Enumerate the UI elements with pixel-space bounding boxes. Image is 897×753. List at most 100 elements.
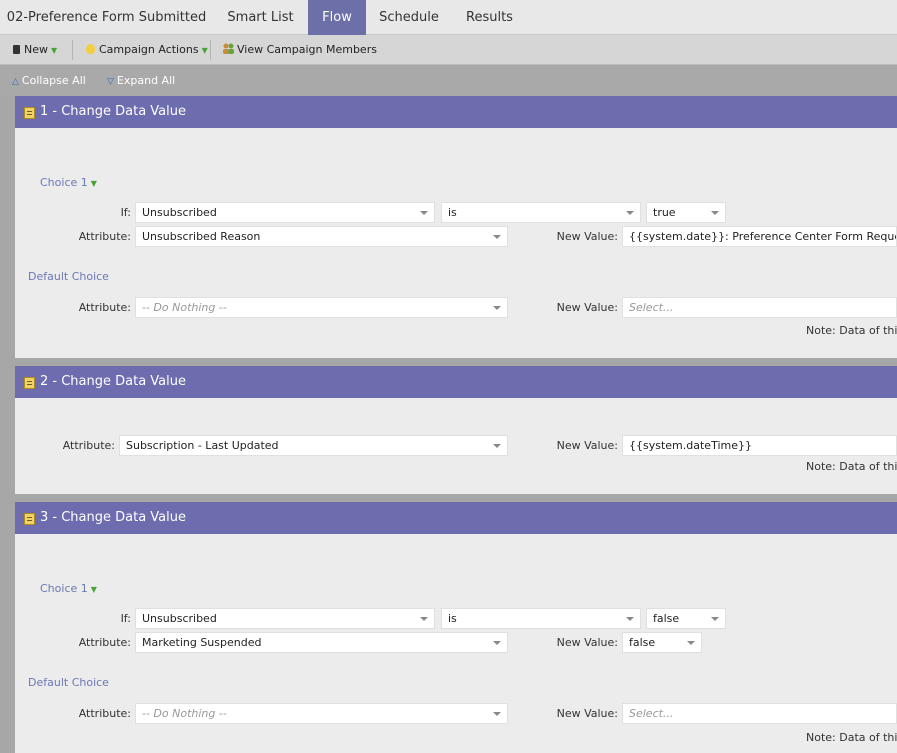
flow-step-title: 2 - Change Data Value <box>40 374 187 389</box>
new-value-label: New Value: <box>556 636 618 649</box>
flow-step-header[interactable]: 1 - Change Data Value <box>15 96 897 128</box>
if-field-select[interactable]: Unsubscribed <box>135 608 435 629</box>
attribute-label: Attribute: <box>62 439 115 452</box>
view-campaign-members-label: View Campaign Members <box>237 43 377 56</box>
if-label: If: <box>120 612 131 625</box>
new-value-field[interactable]: {{system.dateTime}} <box>622 435 897 456</box>
chevron-down-icon <box>711 617 719 621</box>
new-value-label: New Value: <box>556 230 618 243</box>
campaign-actions-button[interactable]: Campaign Actions ▼ <box>86 35 208 65</box>
if-value-select[interactable]: false <box>646 608 726 629</box>
default-choice-label: Default Choice <box>28 270 109 283</box>
tab-schedule[interactable]: Schedule <box>366 0 452 35</box>
choice-label[interactable]: Choice 1 ▼ <box>40 582 97 595</box>
chevron-down-icon: ▼ <box>201 46 208 55</box>
if-field-value: Unsubscribed <box>142 206 217 219</box>
note-text: Note: Data of this a <box>806 460 897 473</box>
change-data-value-icon <box>24 513 35 525</box>
tab-flow[interactable]: Flow <box>308 0 366 35</box>
attribute-label: Attribute: <box>78 301 131 314</box>
toolbar: New ▼ Campaign Actions ▼ View Campaign Mem… <box>0 35 897 65</box>
change-data-value-icon <box>24 107 35 119</box>
chevron-down-icon: ▼ <box>90 585 97 594</box>
campaign-actions-label: Campaign Actions <box>99 43 199 56</box>
tab-smart-list[interactable]: Smart List <box>213 0 308 35</box>
attribute-select[interactable]: Marketing Suspended <box>135 632 508 653</box>
chevron-down-icon: ▼ <box>90 179 97 188</box>
flow-step-header[interactable]: 3 - Change Data Value <box>15 502 897 534</box>
flow-step-title: 3 - Change Data Value <box>40 510 187 525</box>
collapse-all-button[interactable]: △ Collapse All <box>12 66 86 96</box>
if-value-select[interactable]: true <box>646 202 726 223</box>
expand-icon: ▽ <box>107 77 114 87</box>
default-attribute-value: -- Do Nothing -- <box>142 301 227 314</box>
chevron-down-icon <box>493 712 501 716</box>
flow-step-3: 3 - Change Data Value Choice 1 ▼ If: Unsu… <box>15 502 897 753</box>
lightbulb-icon <box>86 44 95 54</box>
people-icon <box>222 36 235 54</box>
toolbar-divider <box>72 40 73 60</box>
attribute-label: Attribute: <box>78 230 131 243</box>
flow-step-header[interactable]: 2 - Change Data Value <box>15 366 897 398</box>
default-new-value-field[interactable]: Select... <box>622 297 897 318</box>
new-value-select[interactable]: false <box>622 632 702 653</box>
tab-bar: 02-Preference Form Submitted Smart List … <box>0 0 897 35</box>
expand-all-button[interactable]: ▽ Expand All <box>107 66 175 96</box>
new-value-text: false <box>629 636 656 649</box>
choice-1-label: Choice 1 <box>40 582 88 595</box>
if-label: If: <box>120 206 131 219</box>
default-choice-label: Default Choice <box>28 676 109 689</box>
chevron-down-icon: ▼ <box>51 46 58 55</box>
attribute-select[interactable]: Unsubscribed Reason <box>135 226 508 247</box>
chevron-down-icon <box>493 306 501 310</box>
default-attribute-select[interactable]: -- Do Nothing -- <box>135 703 508 724</box>
change-data-value-icon <box>24 377 35 389</box>
if-operator-select[interactable]: is <box>441 202 641 223</box>
collapse-all-label: Collapse All <box>21 74 86 87</box>
chevron-down-icon <box>711 211 719 215</box>
default-new-value-field[interactable]: Select... <box>622 703 897 724</box>
chevron-down-icon <box>493 235 501 239</box>
attribute-label: Attribute: <box>78 636 131 649</box>
if-value-value: false <box>653 612 680 625</box>
default-new-value-placeholder: Select... <box>629 301 674 314</box>
collapse-icon: △ <box>12 77 19 87</box>
view-campaign-members-button[interactable]: View Campaign Members <box>222 35 377 65</box>
new-button[interactable]: New ▼ <box>13 35 57 65</box>
if-value-value: true <box>653 206 676 219</box>
if-field-select[interactable]: Unsubscribed <box>135 202 435 223</box>
if-field-value: Unsubscribed <box>142 612 217 625</box>
flow-step-2: 2 - Change Data Value Attribute: Subscri… <box>15 366 897 494</box>
if-operator-select[interactable]: is <box>441 608 641 629</box>
chevron-down-icon <box>493 444 501 448</box>
note-text: Note: Data of this a <box>806 731 897 744</box>
expand-collapse-bar: △ Collapse All ▽ Expand All <box>0 66 897 96</box>
chevron-down-icon <box>626 211 634 215</box>
new-value-field[interactable]: {{system.date}}: Preference Center Form … <box>622 226 897 247</box>
flow-step-1: 1 - Change Data Value Choice 1 ▼ If: Unsu… <box>15 96 897 358</box>
attribute-value: Subscription - Last Updated <box>126 439 279 452</box>
chevron-down-icon <box>626 617 634 621</box>
default-new-value-placeholder: Select... <box>629 707 674 720</box>
new-value-text: {{system.date}}: Preference Center Form … <box>629 230 897 243</box>
default-attribute-value: -- Do Nothing -- <box>142 707 227 720</box>
attribute-label: Attribute: <box>78 707 131 720</box>
new-label: New <box>24 43 48 56</box>
new-value-label: New Value: <box>556 301 618 314</box>
tab-results[interactable]: Results <box>452 0 527 35</box>
attribute-select[interactable]: Subscription - Last Updated <box>119 435 508 456</box>
chevron-down-icon <box>493 641 501 645</box>
new-value-label: New Value: <box>556 439 618 452</box>
flow-step-title: 1 - Change Data Value <box>40 104 187 119</box>
choice-1-label: Choice 1 <box>40 176 88 189</box>
default-attribute-select[interactable]: -- Do Nothing -- <box>135 297 508 318</box>
chevron-down-icon <box>687 641 695 645</box>
toolbar-divider <box>210 40 211 60</box>
tab-campaign-name[interactable]: 02-Preference Form Submitted <box>0 0 213 35</box>
new-value-label: New Value: <box>556 707 618 720</box>
choice-label[interactable]: Choice 1 ▼ <box>40 176 97 189</box>
chevron-down-icon <box>420 617 428 621</box>
new-value-text: {{system.dateTime}} <box>629 439 752 452</box>
attribute-value: Unsubscribed Reason <box>142 230 261 243</box>
attribute-value: Marketing Suspended <box>142 636 262 649</box>
